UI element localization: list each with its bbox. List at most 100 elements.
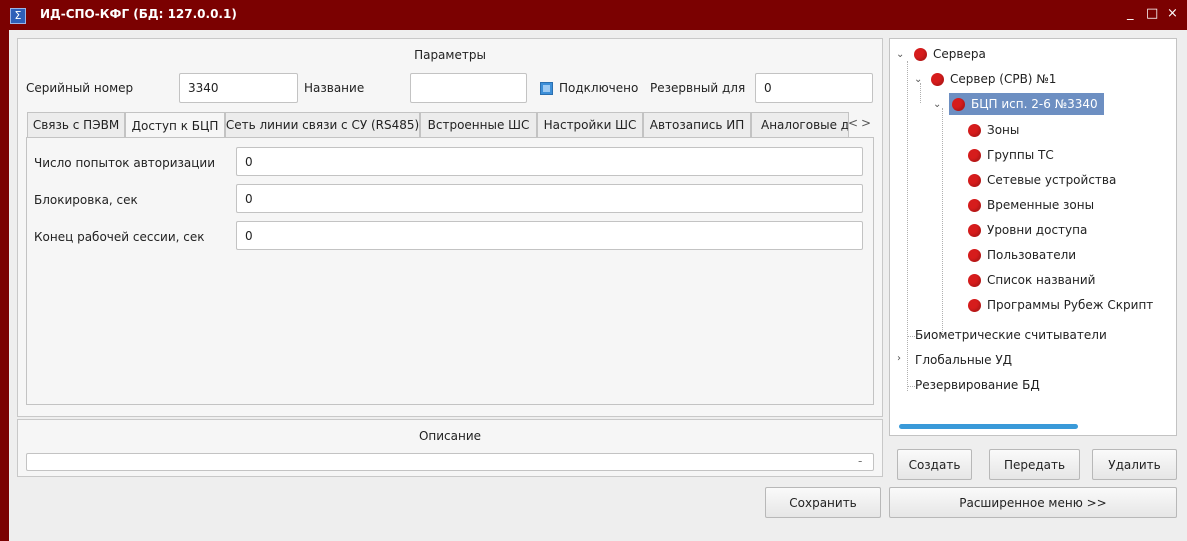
tree-connector xyxy=(942,108,943,338)
tree-node-db-reserve[interactable]: Резервирование БД xyxy=(915,374,1040,396)
collapse-arrow-icon[interactable]: › xyxy=(897,353,901,364)
description-panel: Описание - xyxy=(17,419,883,477)
title-bar: Σ ИД-СПО-КФГ (БД: 127.0.0.1) _ □ × xyxy=(0,0,1187,30)
tab-analog[interactable]: Аналоговые д xyxy=(751,112,849,137)
save-button[interactable]: Сохранить xyxy=(765,487,881,518)
node-status-icon xyxy=(968,248,981,262)
node-status-icon xyxy=(914,47,927,61)
tab-label: Аналоговые д xyxy=(761,118,849,132)
description-header: Описание xyxy=(418,429,482,443)
name-input[interactable] xyxy=(410,73,527,103)
tab-label: Автозапись ИП xyxy=(649,118,745,132)
progress-bar xyxy=(899,424,1078,429)
node-status-icon xyxy=(968,123,981,137)
expand-arrow-icon[interactable]: ⌄ xyxy=(914,74,922,85)
tree-node-biometric-readers[interactable]: Биометрические считыватели xyxy=(915,324,1107,346)
tab-label: Встроенные ШС xyxy=(427,118,530,132)
tab-pevm-link[interactable]: Связь с ПЭВМ xyxy=(27,112,125,137)
description-dropdown-icon[interactable]: - xyxy=(858,454,862,468)
tree-node-time-zones[interactable]: Временные зоны xyxy=(968,194,1094,216)
lockout-input[interactable]: 0 xyxy=(236,184,863,213)
tree-node-servers[interactable]: Сервера xyxy=(914,43,986,65)
create-button[interactable]: Создать xyxy=(897,449,972,480)
serial-number-input[interactable]: 3340 xyxy=(179,73,298,103)
tab-label: Сеть линии связи с СУ (RS485) xyxy=(225,118,420,132)
connected-checkbox[interactable] xyxy=(540,82,553,95)
tree-node-network-devices[interactable]: Сетевые устройства xyxy=(968,169,1116,191)
tab-bar: Связь с ПЭВМ Доступ к БЦП Сеть линии свя… xyxy=(27,112,873,138)
session-end-input[interactable]: 0 xyxy=(236,221,863,250)
node-status-icon xyxy=(968,223,981,237)
name-label: Название xyxy=(304,81,365,95)
tab-label: Связь с ПЭВМ xyxy=(32,118,120,132)
tree-node-label: Глобальные УД xyxy=(915,353,1013,367)
tab-scroll-left-icon[interactable]: < xyxy=(848,116,858,130)
tree-node-label: Пользователи xyxy=(987,248,1077,262)
tree-node-server-1[interactable]: Сервер (СРВ) №1 xyxy=(931,68,1056,90)
node-status-icon xyxy=(968,298,981,312)
tree-node-label: БЦП исп. 2-6 №3340 xyxy=(971,97,1098,111)
window-title: ИД-СПО-КФГ (БД: 127.0.0.1) xyxy=(40,7,237,21)
tab-loop-settings[interactable]: Настройки ШС xyxy=(537,112,643,137)
tree-node-label: Уровни доступа xyxy=(987,223,1088,237)
tree-node-access-levels[interactable]: Уровни доступа xyxy=(968,219,1087,241)
tree-connector xyxy=(907,336,915,337)
maximize-icon[interactable]: □ xyxy=(1146,6,1158,21)
tree-node-name-list[interactable]: Список названий xyxy=(968,269,1095,291)
tree-node-users[interactable]: Пользователи xyxy=(968,244,1076,266)
tab-bcp-access[interactable]: Доступ к БЦП xyxy=(125,112,225,138)
tree-connector xyxy=(907,386,915,387)
tree-node-label: Сервер (СРВ) №1 xyxy=(950,72,1057,86)
tree-node-bcp-3340[interactable]: БЦП исп. 2-6 №3340 xyxy=(949,93,1104,115)
expand-arrow-icon[interactable]: ⌄ xyxy=(933,99,941,110)
tree-node-ts-groups[interactable]: Группы ТС xyxy=(968,144,1054,166)
app-sigma-icon: Σ xyxy=(10,8,26,24)
tree-node-label: Программы Рубеж Скрипт xyxy=(987,298,1154,312)
app-window: Σ ИД-СПО-КФГ (БД: 127.0.0.1) _ □ × Парам… xyxy=(0,0,1187,541)
tab-label: Доступ к БЦП xyxy=(131,118,219,133)
node-status-icon xyxy=(968,198,981,212)
tree-node-label: Зоны xyxy=(987,123,1020,137)
reserve-for-label: Резервный для xyxy=(650,81,746,95)
connected-label: Подключено xyxy=(559,81,639,95)
device-tree: ⌄ Сервера ⌄ Сервер (СРВ) №1 ⌄ БЦП исп. 2… xyxy=(889,38,1177,436)
tree-node-label: Список названий xyxy=(987,273,1096,287)
bcp-access-tab-content: Число попыток авторизации 0 Блокировка, … xyxy=(26,137,874,405)
tree-node-zones[interactable]: Зоны xyxy=(968,119,1019,141)
expand-arrow-icon[interactable]: ⌄ xyxy=(896,49,904,60)
tree-node-label: Группы ТС xyxy=(987,148,1054,162)
window-left-border xyxy=(0,30,9,541)
tree-node-label: Резервирование БД xyxy=(915,378,1040,392)
node-status-icon xyxy=(952,97,965,111)
minimize-icon[interactable]: _ xyxy=(1127,6,1134,21)
tree-node-label: Сервера xyxy=(933,47,986,61)
auth-attempts-label: Число попыток авторизации xyxy=(34,156,216,170)
node-status-icon xyxy=(968,273,981,287)
tab-label: Настройки ШС xyxy=(543,118,637,132)
delete-button[interactable]: Удалить xyxy=(1092,449,1177,480)
transfer-button[interactable]: Передать xyxy=(989,449,1080,480)
extended-menu-button[interactable]: Расширенное меню >> xyxy=(889,487,1177,518)
tree-node-global-ud[interactable]: Глобальные УД xyxy=(915,349,1012,371)
tab-builtin-loops[interactable]: Встроенные ШС xyxy=(420,112,537,137)
auth-attempts-input[interactable]: 0 xyxy=(236,147,863,176)
description-input[interactable] xyxy=(26,453,874,471)
node-status-icon xyxy=(931,72,944,86)
tree-connector xyxy=(907,61,908,391)
reserve-for-input[interactable]: 0 xyxy=(755,73,873,103)
tree-node-label: Временные зоны xyxy=(987,198,1095,212)
parameters-header: Параметры xyxy=(414,48,486,62)
tab-scroll-right-icon[interactable]: > xyxy=(861,116,871,130)
session-end-label: Конец рабочей сессии, сек xyxy=(34,230,205,244)
node-status-icon xyxy=(968,173,981,187)
lockout-label: Блокировка, сек xyxy=(34,193,138,207)
node-status-icon xyxy=(968,148,981,162)
tree-connector xyxy=(920,83,921,103)
tree-node-rubezh-scripts[interactable]: Программы Рубеж Скрипт xyxy=(968,294,1153,316)
close-icon[interactable]: × xyxy=(1167,6,1178,21)
tab-rs485-network[interactable]: Сеть линии связи с СУ (RS485) xyxy=(225,112,420,137)
tab-autorecord[interactable]: Автозапись ИП xyxy=(643,112,751,137)
tree-node-label: Сетевые устройства xyxy=(987,173,1117,187)
serial-number-label: Серийный номер xyxy=(26,81,134,95)
tree-node-label: Биометрические считыватели xyxy=(915,328,1107,342)
